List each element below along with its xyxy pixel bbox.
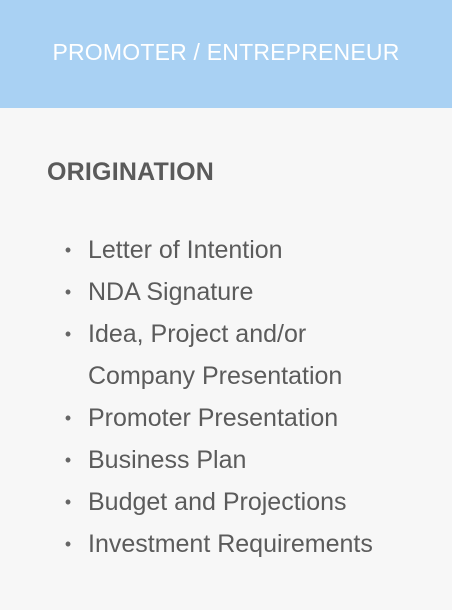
list-item: • Budget and Projections — [47, 481, 418, 523]
card-header: PROMOTER / ENTREPRENEUR — [0, 0, 452, 108]
list-item-label: NDA Signature — [88, 278, 254, 306]
section-title: ORIGINATION — [47, 158, 215, 186]
bullet-icon: • — [64, 324, 72, 344]
origination-list: • Letter of Intention • NDA Signature • … — [47, 229, 452, 565]
list-item-label: Promoter Presentation — [88, 404, 339, 432]
bullet-icon: • — [64, 282, 72, 302]
role-card: PROMOTER / ENTREPRENEUR ORIGINATION • Le… — [0, 0, 452, 610]
list-item: • Investment Requirements — [47, 523, 418, 565]
bullet-icon: • — [64, 408, 72, 428]
list-item: • Idea, Project and/or Company Presentat… — [47, 313, 418, 397]
bullet-icon: • — [64, 534, 72, 554]
list-item: • Business Plan — [47, 439, 418, 481]
list-item: • Letter of Intention — [47, 229, 418, 271]
card-content: ORIGINATION • Letter of Intention • NDA … — [0, 108, 452, 565]
bullet-icon: • — [64, 240, 72, 260]
list-item-label: Letter of Intention — [88, 236, 283, 264]
list-item-label: Investment Requirements — [88, 530, 373, 558]
header-title: PROMOTER / ENTREPRENEUR — [52, 39, 400, 65]
list-item-label: Budget and Projections — [88, 488, 347, 516]
bullet-icon: • — [64, 492, 72, 512]
list-item: • Promoter Presentation — [47, 397, 418, 439]
list-item-label: Idea, Project and/or Company Presentatio… — [88, 320, 343, 390]
list-item: • NDA Signature — [47, 271, 418, 313]
list-item-label: Business Plan — [88, 446, 247, 474]
bullet-icon: • — [64, 450, 72, 470]
